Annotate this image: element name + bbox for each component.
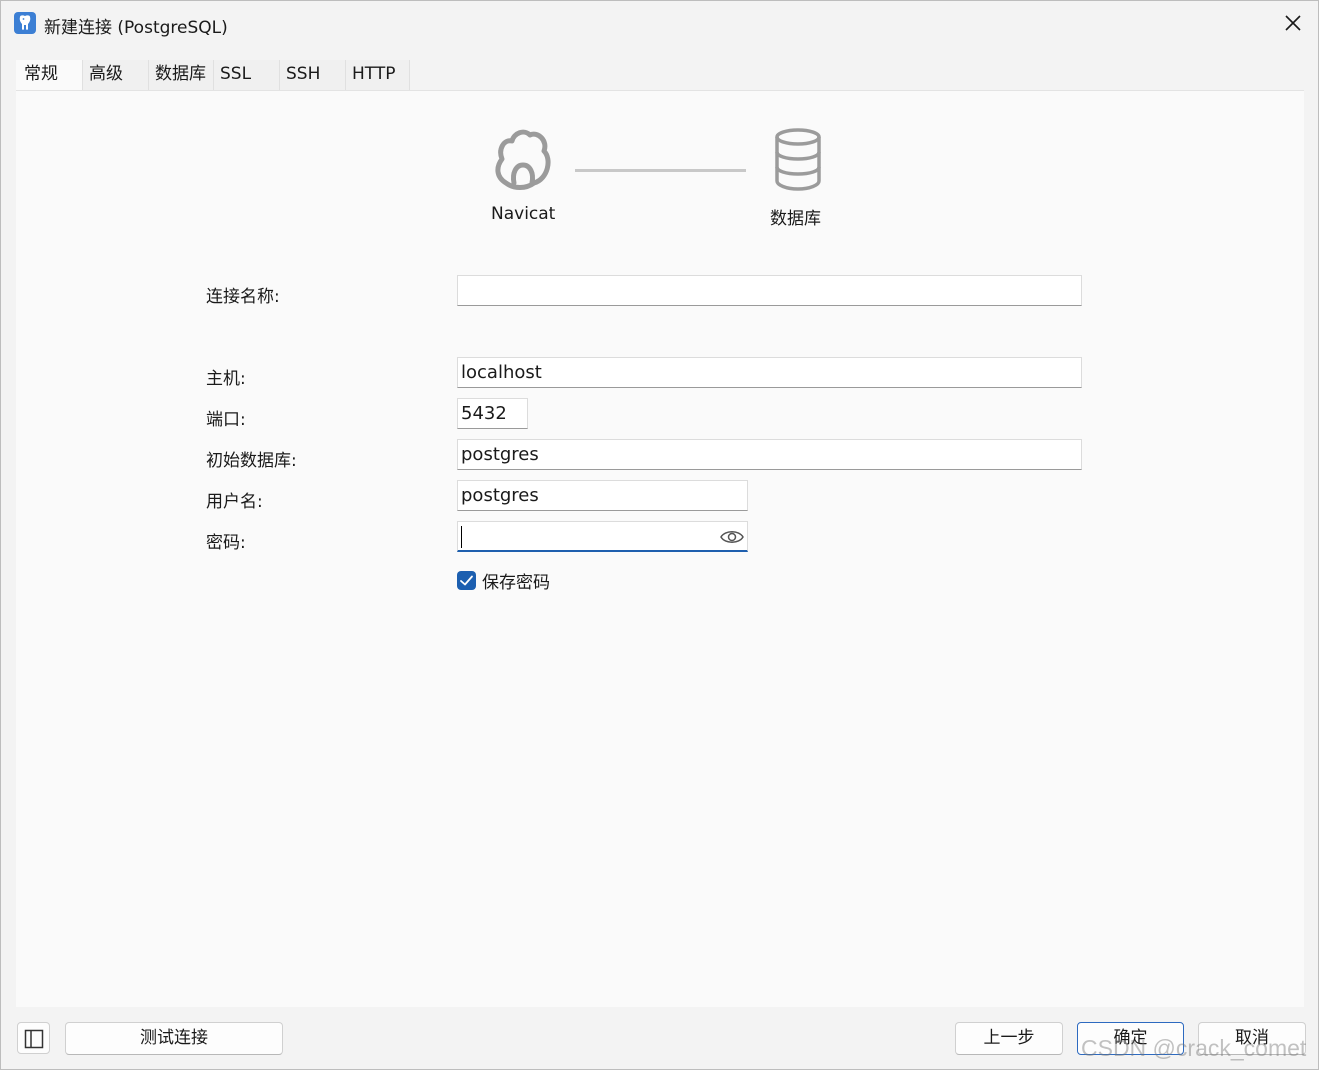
close-button[interactable] bbox=[1276, 7, 1310, 39]
password-label: 密码: bbox=[206, 533, 246, 553]
general-panel: Navicat 数据库 连接名称: 主机: localhost 端口: 5432… bbox=[16, 90, 1304, 1007]
connection-name-input[interactable] bbox=[457, 275, 1082, 306]
tab-general[interactable]: 常规 bbox=[16, 60, 83, 90]
navicat-label: Navicat bbox=[491, 204, 556, 224]
text-caret bbox=[461, 526, 462, 548]
title-bar: 新建连接 (PostgreSQL) bbox=[1, 1, 1318, 45]
username-input[interactable]: postgres bbox=[457, 480, 748, 511]
port-label: 端口: bbox=[206, 410, 246, 430]
eye-icon[interactable] bbox=[719, 526, 745, 548]
checkmark-icon bbox=[460, 575, 473, 585]
tab-ssl[interactable]: SSL bbox=[214, 60, 280, 90]
connection-diagram: Navicat 数据库 bbox=[16, 91, 1304, 241]
postgresql-elephant-icon bbox=[14, 12, 36, 34]
navicat-logo-icon bbox=[495, 129, 551, 190]
window-title: 新建连接 (PostgreSQL) bbox=[44, 18, 228, 38]
database-label: 数据库 bbox=[770, 209, 821, 229]
save-password-checkbox-row[interactable]: 保存密码 bbox=[457, 569, 550, 593]
tab-http[interactable]: HTTP bbox=[346, 60, 410, 90]
connector-line bbox=[575, 169, 746, 172]
initial-database-input[interactable]: postgres bbox=[457, 439, 1082, 470]
initial-database-label: 初始数据库: bbox=[206, 451, 297, 471]
tab-ssh[interactable]: SSH bbox=[280, 60, 346, 90]
sidebar-panel-icon bbox=[24, 1029, 44, 1049]
host-label: 主机: bbox=[206, 369, 246, 389]
test-connection-button[interactable]: 测试连接 bbox=[65, 1022, 283, 1055]
watermark: CSDN @crack_comet bbox=[1081, 1035, 1307, 1061]
port-input[interactable]: 5432 bbox=[457, 398, 528, 429]
database-icon bbox=[775, 128, 821, 191]
connection-name-label: 连接名称: bbox=[206, 287, 280, 307]
username-label: 用户名: bbox=[206, 492, 263, 512]
tab-database[interactable]: 数据库 bbox=[149, 60, 214, 90]
host-input[interactable]: localhost bbox=[457, 357, 1082, 388]
close-icon[interactable] bbox=[1284, 14, 1302, 32]
previous-button[interactable]: 上一步 bbox=[955, 1022, 1063, 1055]
sidebar-toggle-button[interactable] bbox=[17, 1022, 50, 1054]
save-password-label: 保存密码 bbox=[482, 572, 550, 593]
dialog-window: 新建连接 (PostgreSQL) 常规 高级 数据库 SSL SSH HTTP bbox=[0, 0, 1319, 1070]
tab-bar: 常规 高级 数据库 SSL SSH HTTP bbox=[16, 60, 410, 90]
password-input[interactable] bbox=[457, 521, 748, 552]
tab-advanced[interactable]: 高级 bbox=[83, 60, 149, 90]
save-password-checkbox[interactable] bbox=[457, 570, 476, 590]
